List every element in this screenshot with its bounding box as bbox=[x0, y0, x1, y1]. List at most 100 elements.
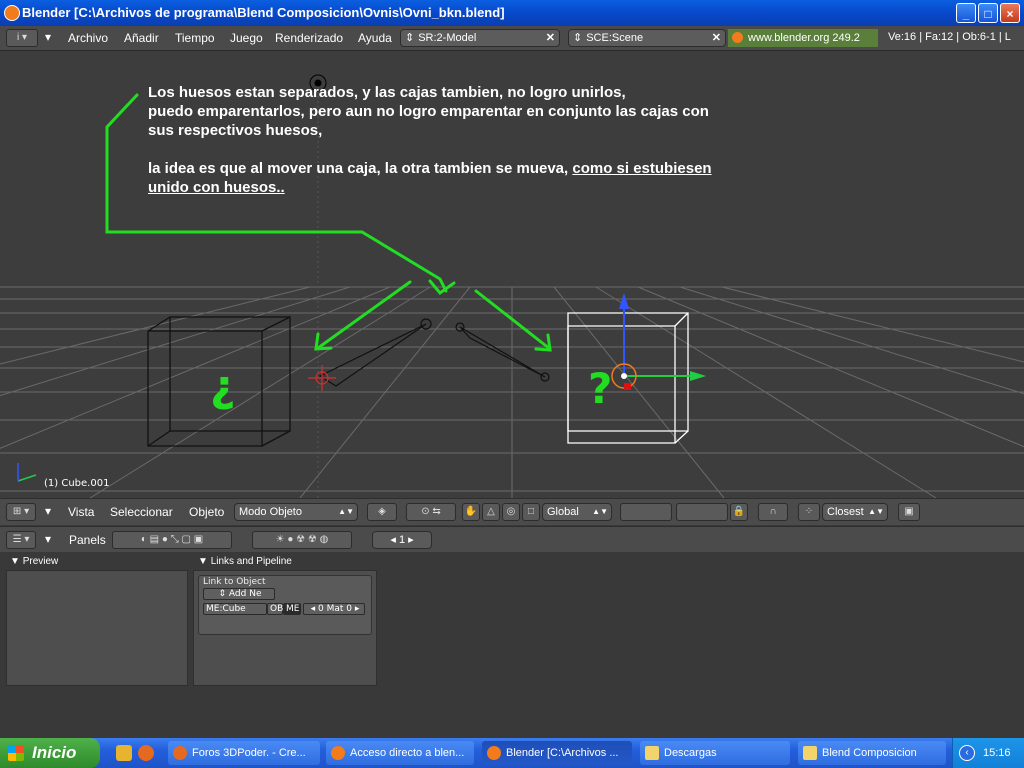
snap-mode-dropdown[interactable]: Closest ▲▼ bbox=[822, 503, 888, 521]
collapse-menu-icon[interactable]: ▾ bbox=[45, 30, 51, 44]
screen-name[interactable]: SR:2-Model bbox=[418, 32, 476, 44]
orientation-arrow-icon: ▲▼ bbox=[592, 507, 608, 516]
frame-value: 1 bbox=[398, 534, 406, 546]
menu-objeto[interactable]: Objeto bbox=[189, 505, 224, 519]
tray-expand-icon[interactable]: ‹ bbox=[959, 745, 975, 761]
left-bone bbox=[308, 318, 432, 391]
forum-question-note: Los huesos estan separados, y las cajas … bbox=[148, 83, 768, 197]
add-new-button[interactable]: ⇕ Add Ne bbox=[203, 588, 275, 600]
menu-anadir[interactable]: Añadir bbox=[124, 31, 159, 45]
scene-stats: Ve:16 | Fa:12 | Ob:6-1 | L bbox=[888, 31, 1011, 43]
url-text: www.blender.org 249.2 bbox=[748, 32, 860, 44]
buttons-window: ▼ Preview ▼ Links and Pipeline Link to O… bbox=[0, 552, 1024, 738]
3d-view-header: ⊞ ▾ ▾ Vista Seleccionar Objeto Modo Obje… bbox=[0, 498, 1024, 525]
link-to-object-label: Link to Object bbox=[203, 577, 266, 587]
note-line-5-underlined: unido con huesos.. bbox=[148, 179, 285, 196]
menu-seleccionar[interactable]: Seleccionar bbox=[110, 505, 173, 519]
mode-dropdown-arrow-icon: ▲▼ bbox=[338, 507, 354, 516]
taskbar: Inicio Foros 3DPoder. - Cre... Acceso di… bbox=[0, 738, 1024, 768]
folder-icon bbox=[803, 746, 817, 760]
active-object-label: (1) Cube.001 bbox=[44, 478, 110, 489]
menu-archivo[interactable]: Archivo bbox=[68, 31, 108, 45]
magnet-snap-icon[interactable]: ∩ bbox=[758, 503, 788, 521]
scene-selector[interactable]: ⇕ SCE:Scene ✕ bbox=[568, 29, 726, 47]
orientation-value: Global bbox=[547, 506, 579, 518]
snap-value: Closest bbox=[827, 506, 864, 518]
scene-browse-icon[interactable]: ⇕ bbox=[573, 32, 582, 44]
menu-ayuda[interactable]: Ayuda bbox=[358, 31, 392, 45]
menu-renderizado[interactable]: Renderizado bbox=[275, 31, 343, 45]
context-buttons-group[interactable]: ◐ ▤ ● ⤡ ▢ ▣ bbox=[112, 531, 232, 549]
snap-arrow-icon: ▲▼ bbox=[868, 507, 884, 516]
note-line-4: la idea es que al mover una caja, la otr… bbox=[148, 160, 573, 177]
start-button[interactable]: Inicio bbox=[0, 738, 100, 768]
start-label: Inicio bbox=[32, 743, 77, 762]
hand-manipulator-icon[interactable]: ✋ bbox=[462, 503, 480, 521]
task-firefox-foros[interactable]: Foros 3DPoder. - Cre... bbox=[168, 741, 320, 765]
close-button[interactable]: × bbox=[1000, 3, 1020, 23]
task-acceso-directo[interactable]: Acceso directo a blen... bbox=[326, 741, 474, 765]
preview-panel bbox=[6, 570, 188, 686]
blender-app-icon[interactable] bbox=[4, 5, 20, 21]
material-counter[interactable]: ◂ 0 Mat 0 ▸ bbox=[303, 603, 365, 615]
orientation-dropdown[interactable]: Global ▲▼ bbox=[542, 503, 612, 521]
main-menu-bar: i ▾ ▾ Archivo Añadir Tiempo Juego Render… bbox=[0, 26, 1024, 51]
screen-selector[interactable]: ⇕ SR:2-Model ✕ bbox=[400, 29, 560, 47]
render-preview-icon[interactable]: ▣ bbox=[898, 503, 920, 521]
task-blend-composicion[interactable]: Blend Composicion bbox=[798, 741, 946, 765]
menu-juego[interactable]: Juego bbox=[230, 31, 263, 45]
collapse-header-icon[interactable]: ▾ bbox=[45, 504, 51, 518]
note-line-4-underlined: como si estubiesen bbox=[572, 160, 712, 177]
question-mark-right: ? bbox=[588, 364, 612, 413]
screen-delete-icon[interactable]: ✕ bbox=[546, 30, 555, 46]
ob-toggle[interactable]: OB bbox=[267, 603, 283, 615]
menu-tiempo[interactable]: Tiempo bbox=[175, 31, 215, 45]
pivot-icon[interactable]: ⊙ ⇆ bbox=[406, 503, 456, 521]
mode-dropdown[interactable]: Modo Objeto ▲▼ bbox=[234, 503, 358, 521]
layers-group-2[interactable] bbox=[676, 503, 728, 521]
translate-icon[interactable]: △ bbox=[482, 503, 500, 521]
title-bar: Blender [C:\Archivos de programa\Blend C… bbox=[0, 0, 1024, 26]
screen-browse-icon[interactable]: ⇕ bbox=[405, 32, 414, 44]
links-panel-title[interactable]: ▼ Links and Pipeline bbox=[198, 556, 292, 567]
question-mark-left: ¿ bbox=[210, 361, 236, 412]
buttons-collapse-icon[interactable]: ▾ bbox=[45, 532, 51, 546]
rotate-icon[interactable]: ◎ bbox=[502, 503, 520, 521]
3d-viewport[interactable]: ¿ ? Los huesos estan separados, y las ca… bbox=[0, 51, 1024, 498]
firefox-icon bbox=[173, 746, 187, 760]
snap-target-icon[interactable]: ⁘ bbox=[798, 503, 820, 521]
buttons-editor-type-icon[interactable]: ☰ ▾ bbox=[6, 531, 36, 549]
links-pipeline-panel: Link to Object ⇕ Add Ne ME:Cube OB ME ◂ … bbox=[193, 570, 377, 686]
buttons-window-header: ☰ ▾ ▾ Panels ◐ ▤ ● ⤡ ▢ ▣ ☀ ● ☢ ☢ ◍ ◂ 1 ▸ bbox=[0, 526, 1024, 553]
layers-group-1[interactable] bbox=[620, 503, 672, 521]
scene-delete-icon[interactable]: ✕ bbox=[712, 30, 721, 46]
lock-icon[interactable]: 🔒 bbox=[730, 503, 748, 521]
frame-stepper[interactable]: ◂ 1 ▸ bbox=[372, 531, 432, 549]
info-window-icon[interactable]: i ▾ bbox=[6, 29, 38, 47]
view-axis-icon bbox=[17, 463, 37, 482]
task-descargas[interactable]: Descargas bbox=[640, 741, 790, 765]
shading-buttons-group[interactable]: ☀ ● ☢ ☢ ◍ bbox=[252, 531, 352, 549]
task-blender-window[interactable]: Blender [C:\Archivos ... bbox=[482, 741, 632, 765]
preview-panel-title[interactable]: ▼ Preview bbox=[10, 556, 58, 567]
draw-type-icon[interactable]: ◈ bbox=[367, 503, 397, 521]
editor-type-icon[interactable]: ⊞ ▾ bbox=[6, 503, 36, 521]
scene-name[interactable]: SCE:Scene bbox=[586, 32, 643, 44]
maximize-button[interactable]: □ bbox=[978, 3, 998, 23]
link-to-object-box: Link to Object ⇕ Add Ne ME:Cube OB ME ◂ … bbox=[198, 575, 372, 635]
menu-vista[interactable]: Vista bbox=[68, 505, 94, 519]
mesh-name-field[interactable]: ME:Cube bbox=[203, 603, 267, 615]
minimize-button[interactable]: _ bbox=[956, 3, 976, 23]
clock[interactable]: 15:16 bbox=[983, 738, 1011, 768]
windows-flag-icon bbox=[8, 745, 24, 761]
blender-logo-icon bbox=[732, 32, 743, 43]
blender-icon bbox=[487, 746, 501, 760]
me-toggle[interactable]: ME bbox=[283, 603, 301, 615]
blender-url-badge[interactable]: www.blender.org 249.2 bbox=[728, 29, 878, 47]
right-bone bbox=[455, 322, 550, 382]
note-line-3: sus respectivos huesos, bbox=[148, 122, 323, 139]
scale-icon[interactable]: □ bbox=[522, 503, 540, 521]
transform-manipulator bbox=[611, 293, 706, 390]
firefox-quicklaunch-icon[interactable] bbox=[138, 745, 154, 761]
media-player-quicklaunch-icon[interactable] bbox=[116, 745, 132, 761]
